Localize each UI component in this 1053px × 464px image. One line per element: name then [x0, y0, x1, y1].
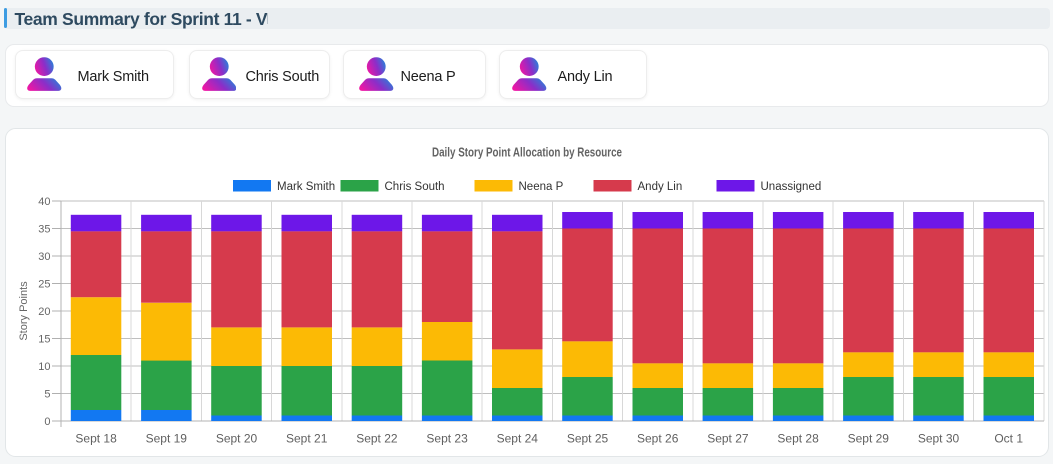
svg-text:Sept 21: Sept 21: [286, 432, 328, 446]
svg-text:Sept 22: Sept 22: [356, 432, 398, 446]
svg-text:Sept 24: Sept 24: [497, 432, 539, 446]
svg-text:Sept 20: Sept 20: [216, 432, 258, 446]
svg-text:Neena P: Neena P: [519, 181, 564, 193]
svg-text:Sept 25: Sept 25: [567, 432, 609, 446]
svg-text:Oct 1: Oct 1: [994, 432, 1023, 446]
svg-text:Sept 19: Sept 19: [146, 432, 188, 446]
svg-text:Sept 27: Sept 27: [707, 432, 749, 446]
svg-text:15: 15: [38, 333, 50, 345]
svg-text:Daily Story Point Allocation b: Daily Story Point Allocation by Resource: [432, 146, 622, 160]
svg-text:5: 5: [44, 388, 50, 400]
svg-text:Sept 30: Sept 30: [918, 432, 960, 446]
svg-text:10: 10: [38, 361, 50, 373]
svg-text:Mark Smith: Mark Smith: [277, 181, 335, 193]
svg-text:30: 30: [38, 251, 50, 263]
svg-text:40: 40: [38, 196, 50, 208]
svg-text:Sept 29: Sept 29: [848, 432, 890, 446]
svg-text:Sept 28: Sept 28: [777, 432, 819, 446]
svg-text:Sept 26: Sept 26: [637, 432, 679, 446]
svg-text:Sept 23: Sept 23: [426, 432, 468, 446]
svg-text:25: 25: [38, 278, 50, 290]
svg-text:20: 20: [38, 306, 50, 318]
svg-text:Chris South: Chris South: [385, 181, 445, 193]
svg-text:Andy Lin: Andy Lin: [638, 181, 683, 193]
svg-text:Sept 18: Sept 18: [75, 432, 117, 446]
svg-text:35: 35: [38, 223, 50, 235]
svg-text:Unassigned: Unassigned: [761, 181, 822, 193]
svg-text:Story Points: Story Points: [18, 281, 30, 341]
svg-text:0: 0: [44, 416, 50, 428]
